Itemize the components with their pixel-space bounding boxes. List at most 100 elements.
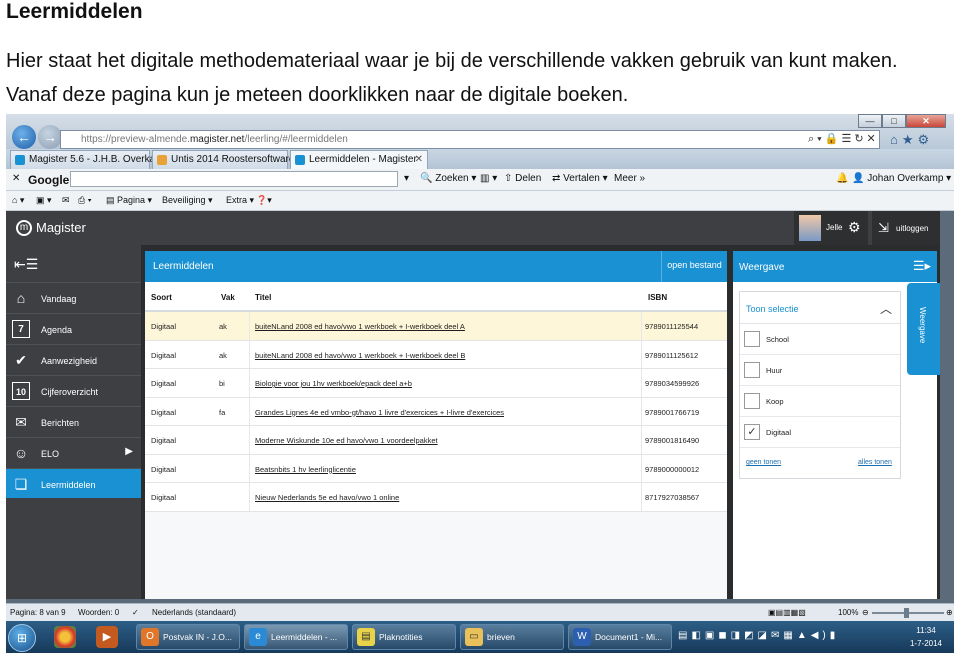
filter-option-school[interactable]: School (740, 324, 900, 355)
column-titel[interactable]: Titel (255, 293, 271, 302)
address-tools-icon[interactable]: ⌕▾🔒☰↻✕ (808, 132, 879, 146)
minimize-button[interactable]: — (858, 114, 882, 128)
back-button[interactable]: ← (12, 125, 36, 149)
logout-button[interactable]: ⇲ uitloggen (872, 211, 940, 245)
cell-titel-link[interactable]: buiteNLand 2008 ed havo/vwo 1 werkboek +… (255, 351, 465, 360)
print-icon[interactable]: ⎙ ▾ (78, 195, 91, 206)
proofing-icon[interactable]: ✓ (132, 608, 139, 617)
taskbar-app-word[interactable]: W Document1 - Mi... (568, 624, 672, 650)
filter-option-digitaal[interactable]: ✓ Digitaal (740, 417, 900, 448)
sidebar-item-elo[interactable]: ☺ ELO ▶ (6, 437, 141, 467)
taskbar-app-plaknotities[interactable]: ▤ Plaknotities (352, 624, 456, 650)
column-vak[interactable]: Vak (221, 293, 235, 302)
pagina-menu[interactable]: ▤ Pagina ▾ (106, 195, 152, 206)
weergave-side-tab[interactable]: Weergave (907, 283, 940, 375)
close-tab-icon[interactable]: ✕ (415, 151, 423, 169)
table-row[interactable]: Digitaal Beatsnbits 1 hv leerlinglicenti… (145, 454, 727, 483)
extra-menu[interactable]: Extra ▾ (226, 195, 254, 206)
zoom-in-icon[interactable]: ⊕ (946, 608, 953, 617)
table-row[interactable]: Digitaal ak buiteNLand 2008 ed havo/vwo … (145, 312, 727, 341)
google-search-input[interactable] (70, 171, 398, 187)
table-row[interactable]: Digitaal ak buiteNLand 2008 ed havo/vwo … (145, 340, 727, 369)
filter-option-koop[interactable]: Koop (740, 386, 900, 417)
search-dropdown-icon[interactable]: ▾ (404, 173, 409, 184)
home-icon[interactable]: ⌂ ▾ (12, 195, 24, 206)
system-tray-icons[interactable]: ▤◧▣◼◨◩◪✉▦▲◀)▮ (678, 630, 839, 641)
panel-menu-icon[interactable]: ☰▸ (913, 258, 931, 274)
checkbox[interactable] (744, 331, 760, 347)
start-button[interactable]: ⊞ (8, 624, 36, 652)
taskbar-app-brieven[interactable]: ▭ brieven (460, 624, 564, 650)
account-menu[interactable]: 👤 Johan Overkamp ▾ 🔧▾ (852, 173, 954, 184)
zoom-level[interactable]: 100% (838, 608, 858, 617)
language[interactable]: Nederlands (standaard) (152, 608, 236, 617)
filter-label: Koop (766, 397, 784, 406)
maximize-button[interactable]: □ (882, 114, 906, 128)
sidebar-item-cijferoverzicht[interactable]: 10 Cijferoverzicht (6, 375, 141, 405)
all-link[interactable]: alles tonen (858, 459, 892, 466)
table-row[interactable]: Digitaal fa Grandes Lignes 4e ed vmbo-gt… (145, 397, 727, 426)
chrome-icon[interactable] (54, 626, 76, 648)
word-count[interactable]: Woorden: 0 (78, 608, 119, 617)
cell-vak: ak (219, 322, 227, 331)
taskbar-app-ie[interactable]: e Leermiddelen - ... (244, 624, 348, 650)
view-buttons-icon[interactable]: ▣▤▥▦▧ (768, 608, 806, 617)
cell-titel-link[interactable]: Grandes Lignes 4e ed vmbo-gt/havo 1 livr… (255, 408, 504, 417)
page-count[interactable]: Pagina: 8 van 9 (10, 608, 66, 617)
cell-titel-link[interactable]: Beatsnbits 1 hv leerlinglicentie (255, 465, 356, 474)
feeds-icon[interactable]: ▣ ▾ (36, 195, 52, 206)
column-isbn[interactable]: ISBN (648, 293, 667, 302)
close-button[interactable]: ✕ (906, 114, 946, 128)
meer-button[interactable]: Meer » (614, 173, 645, 184)
help-icon[interactable]: ❓▾ (256, 195, 272, 206)
checkbox[interactable] (744, 362, 760, 378)
zoom-slider-handle[interactable] (904, 608, 909, 618)
beveiliging-menu[interactable]: Beveiliging ▾ (162, 195, 213, 206)
cell-titel-link[interactable]: buiteNLand 2008 ed havo/vwo 1 werkboek +… (255, 322, 465, 331)
table-row[interactable]: Digitaal Moderne Wiskunde 10e ed havo/vw… (145, 426, 727, 455)
sidebar-item-agenda[interactable]: 7 Agenda (6, 313, 141, 343)
sidebar-item-berichten[interactable]: ✉ Berichten (6, 406, 141, 436)
toolbar-options-icon[interactable]: ▥ ▾ (480, 173, 497, 184)
column-soort[interactable]: Soort (151, 293, 172, 302)
checkbox-checked[interactable]: ✓ (744, 424, 760, 440)
sidebar-item-leermiddelen[interactable]: ❏ Leermiddelen (6, 468, 141, 498)
filter-header[interactable]: Toon selectie ︿ (740, 292, 900, 324)
table-row[interactable]: Digitaal bi Biologie voor jou 1hv werkbo… (145, 369, 727, 398)
checkbox[interactable] (744, 393, 760, 409)
cell-titel-link[interactable]: Nieuw Nederlands 5e ed havo/vwo 1 online (255, 493, 399, 502)
logout-label: uitloggen (896, 224, 929, 233)
gear-icon[interactable]: ⚙ (848, 219, 861, 236)
collapse-menu-icon[interactable]: ⇤☰ (6, 248, 141, 281)
sidebar-item-aanwezigheid[interactable]: ✔ Aanwezigheid (6, 344, 141, 374)
taskbar-app-outlook[interactable]: O Postvak IN - J.O... (136, 624, 240, 650)
open-file-button[interactable]: open bestand (661, 251, 727, 282)
zoom-out-icon[interactable]: ⊖ (862, 608, 869, 617)
forward-button[interactable]: → (38, 125, 62, 149)
delen-button[interactable]: ⇧ Delen (504, 173, 541, 184)
address-bar[interactable]: https://preview-almende.magister.net/lee… (60, 130, 880, 149)
notification-bell-icon[interactable]: 🔔 (836, 173, 848, 184)
tab-magister[interactable]: Magister 5.6 - J.H.B. Overkamp (10, 150, 169, 169)
none-link[interactable]: geen tonen (746, 459, 781, 466)
mail-icon[interactable]: ✉ (62, 195, 70, 206)
tab-leermiddelen[interactable]: Leermiddelen - Magister ✕ (290, 150, 428, 169)
tab-untis[interactable]: Untis 2014 Roostersoftware (152, 150, 294, 169)
cell-titel-link[interactable]: Biologie voor jou 1hv werkboek/epack dee… (255, 379, 412, 388)
table-row[interactable]: Digitaal Nieuw Nederlands 5e ed havo/vwo… (145, 483, 727, 512)
clock[interactable]: 11:34 1-7-2014 (906, 624, 946, 650)
cell-isbn: 9789001766719 (645, 407, 700, 417)
vertalen-button[interactable]: ⇄ Vertalen ▾ (552, 173, 608, 184)
side-tab-label: Weergave (918, 307, 927, 344)
user-menu[interactable]: Jelle ⚙ (794, 211, 868, 245)
close-toolbar-icon[interactable]: ✕ (12, 173, 20, 184)
filter-option-huur[interactable]: Huur (740, 355, 900, 386)
cell-isbn: 9789001816490 (645, 436, 700, 445)
zoeken-button[interactable]: 🔍 Zoeken ▾ (420, 173, 476, 184)
pagina-label: Pagina (117, 195, 146, 205)
media-player-icon[interactable]: ▶ (96, 626, 118, 648)
chevron-up-icon[interactable]: ︿ (880, 300, 892, 317)
sidebar-item-vandaag[interactable]: ⌂ Vandaag (6, 282, 141, 312)
cell-titel-link[interactable]: Moderne Wiskunde 10e ed havo/vwo 1 voord… (255, 436, 438, 445)
home-star-gear-icons[interactable]: ⌂★⚙ (890, 132, 933, 148)
